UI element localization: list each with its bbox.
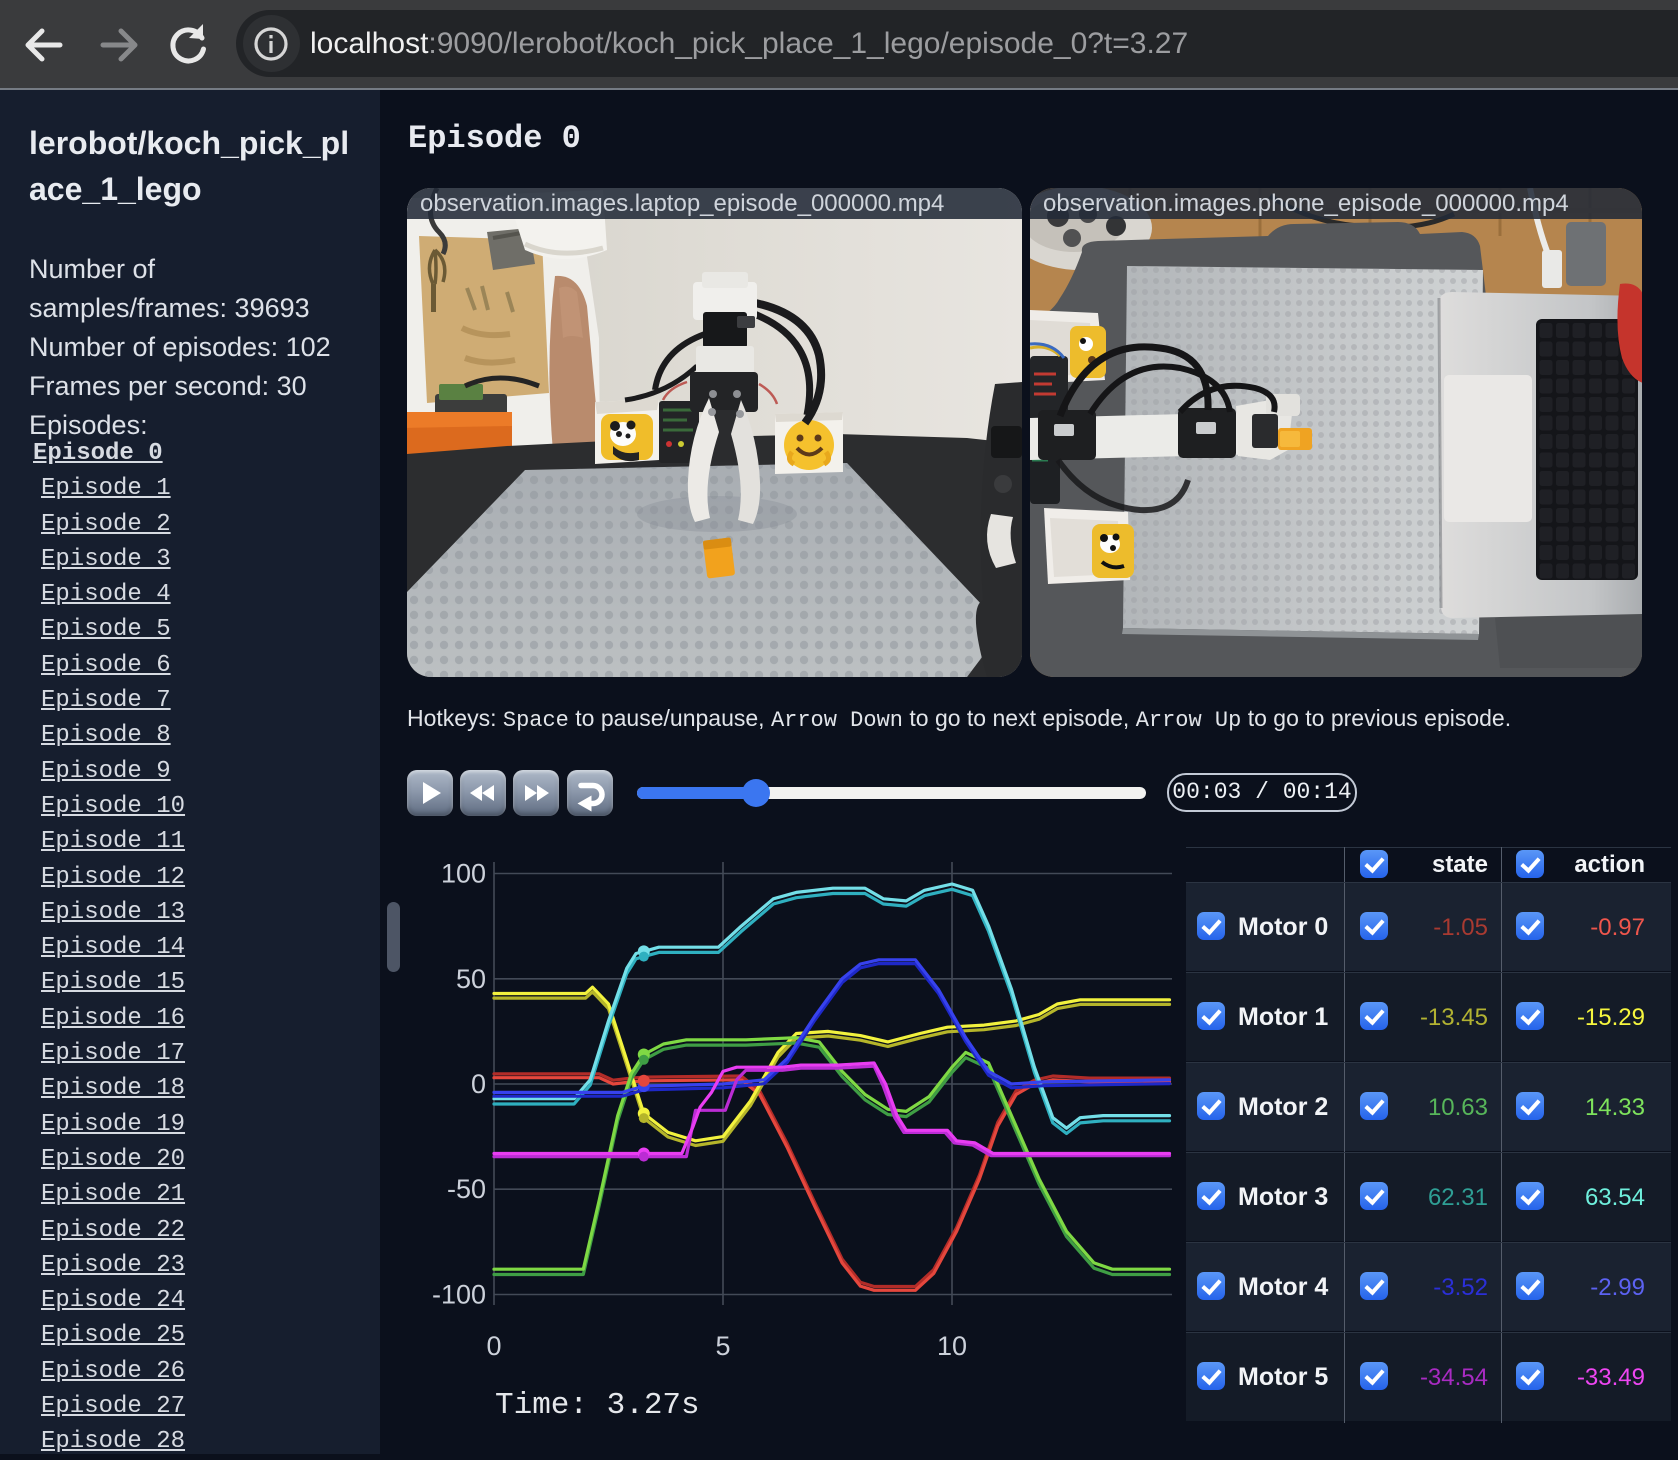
svg-text:-50: -50: [447, 1174, 486, 1204]
svg-text:Time: 3.27s: Time: 3.27s: [495, 1388, 700, 1423]
svg-text:10: 10: [937, 1331, 967, 1361]
svg-text:100: 100: [441, 859, 486, 889]
svg-text:0: 0: [471, 1069, 486, 1099]
svg-text:0: 0: [486, 1331, 501, 1361]
svg-text:5: 5: [715, 1331, 730, 1361]
svg-text:50: 50: [456, 964, 486, 994]
svg-text:-100: -100: [432, 1280, 486, 1310]
